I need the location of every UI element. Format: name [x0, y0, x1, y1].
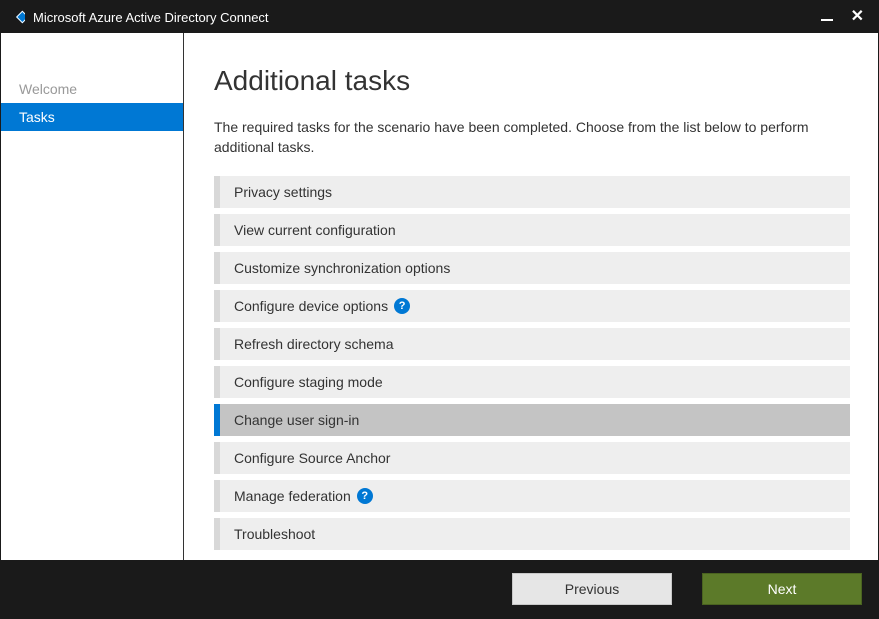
task-configure-source-anchor[interactable]: Configure Source Anchor [214, 442, 850, 474]
main-panel: Additional tasks The required tasks for … [184, 33, 878, 560]
sidebar: Welcome Tasks [1, 33, 184, 560]
page-description: The required tasks for the scenario have… [214, 117, 850, 158]
task-privacy-settings[interactable]: Privacy settings [214, 176, 850, 208]
task-label: Configure device options [234, 298, 388, 314]
task-label: Troubleshoot [234, 526, 315, 542]
minimize-icon[interactable] [821, 19, 833, 21]
task-label: View current configuration [234, 222, 396, 238]
button-label: Previous [565, 581, 619, 597]
task-configure-staging-mode[interactable]: Configure staging mode [214, 366, 850, 398]
close-icon[interactable]: ✕ [851, 9, 864, 25]
app-icon [7, 8, 25, 26]
task-manage-federation[interactable]: Manage federation ? [214, 480, 850, 512]
task-label: Privacy settings [234, 184, 332, 200]
footer: Previous Next [1, 560, 878, 618]
task-label: Change user sign-in [234, 412, 359, 428]
task-indicator [214, 328, 220, 360]
task-label: Manage federation [234, 488, 351, 504]
task-indicator [214, 518, 220, 550]
task-indicator [214, 480, 220, 512]
window-controls: ✕ [821, 9, 872, 25]
task-indicator [214, 442, 220, 474]
task-refresh-directory-schema[interactable]: Refresh directory schema [214, 328, 850, 360]
sidebar-item-welcome[interactable]: Welcome [1, 75, 183, 103]
task-label: Configure staging mode [234, 374, 383, 390]
sidebar-item-tasks[interactable]: Tasks [1, 103, 183, 131]
task-indicator [214, 214, 220, 246]
task-troubleshoot[interactable]: Troubleshoot [214, 518, 850, 550]
task-change-user-sign-in[interactable]: Change user sign-in [214, 404, 850, 436]
task-indicator [214, 290, 220, 322]
task-indicator [214, 252, 220, 284]
task-indicator [214, 366, 220, 398]
content-area: Welcome Tasks Additional tasks The requi… [1, 33, 878, 560]
task-configure-device-options[interactable]: Configure device options ? [214, 290, 850, 322]
help-icon[interactable]: ? [357, 488, 373, 504]
task-list: Privacy settings View current configurat… [214, 176, 850, 550]
previous-button[interactable]: Previous [512, 573, 672, 605]
task-indicator [214, 404, 220, 436]
sidebar-item-label: Welcome [19, 81, 77, 97]
task-label: Customize synchronization options [234, 260, 450, 276]
page-title: Additional tasks [214, 65, 850, 97]
titlebar: Microsoft Azure Active Directory Connect… [1, 1, 878, 33]
button-label: Next [768, 581, 797, 597]
sidebar-item-label: Tasks [19, 109, 55, 125]
help-icon[interactable]: ? [394, 298, 410, 314]
task-indicator [214, 176, 220, 208]
task-label: Refresh directory schema [234, 336, 394, 352]
task-view-current-configuration[interactable]: View current configuration [214, 214, 850, 246]
task-label: Configure Source Anchor [234, 450, 390, 466]
window-title: Microsoft Azure Active Directory Connect [33, 10, 821, 25]
next-button[interactable]: Next [702, 573, 862, 605]
task-customize-synchronization-options[interactable]: Customize synchronization options [214, 252, 850, 284]
